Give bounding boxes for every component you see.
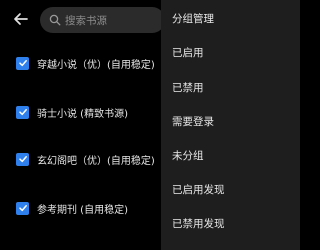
search-input[interactable]: 搜索书源: [40, 7, 165, 33]
menu-item-disabled[interactable]: 已禁用: [172, 80, 204, 95]
back-arrow-icon[interactable]: [10, 8, 32, 30]
menu-item-disabled-explore[interactable]: 已禁用发现: [172, 216, 225, 231]
source-list: 搜索书源 穿越小说（优）(自用稳定) 骑士小说 (精致书源) 玄幻阁吧（优）(自…: [0, 0, 168, 250]
group-filter-menu: 分组管理 已启用 已禁用 需要登录 未分组 已启用发现 已禁用发现: [161, 0, 300, 250]
menu-item-group-manage[interactable]: 分组管理: [172, 11, 214, 26]
search-icon: [49, 14, 61, 26]
checkbox-checked[interactable]: [16, 105, 29, 119]
list-item[interactable]: 穿越小说（优）(自用稳定): [16, 55, 155, 71]
search-placeholder: 搜索书源: [65, 14, 107, 27]
checkbox-checked[interactable]: [16, 152, 29, 166]
menu-item-ungrouped[interactable]: 未分组: [172, 148, 204, 163]
checkbox-checked[interactable]: [16, 56, 29, 70]
source-name: 参考期刊 (自用稳定): [37, 204, 128, 216]
list-item[interactable]: 玄幻阁吧（优）(自用稳定): [16, 151, 155, 167]
menu-item-enabled[interactable]: 已启用: [172, 45, 204, 60]
list-item[interactable]: 骑士小说 (精致书源): [16, 104, 128, 120]
menu-item-enabled-explore[interactable]: 已启用发现: [172, 182, 225, 197]
checkbox-checked[interactable]: [16, 201, 29, 215]
source-name: 骑士小说 (精致书源): [37, 108, 128, 120]
list-item[interactable]: 参考期刊 (自用稳定): [16, 200, 128, 216]
source-name: 玄幻阁吧（优）(自用稳定): [37, 155, 155, 167]
menu-item-need-login[interactable]: 需要登录: [172, 114, 214, 129]
source-name: 穿越小说（优）(自用稳定): [37, 59, 155, 71]
